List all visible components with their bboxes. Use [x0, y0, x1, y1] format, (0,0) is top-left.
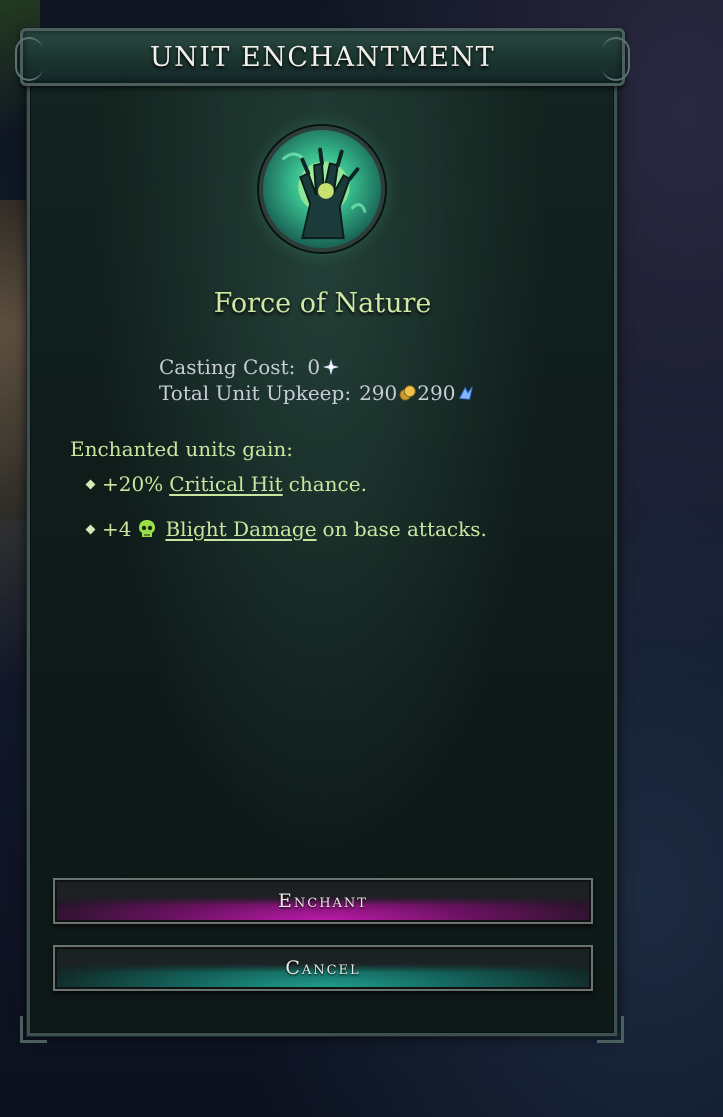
effect-critical-hit: +20% Critical Hit chance.	[85, 472, 367, 496]
force-of-nature-icon	[259, 126, 385, 252]
blight-skull-icon	[139, 520, 156, 537]
enchant-button-label: Enchant	[278, 890, 368, 912]
upkeep-gold-value: 290	[359, 381, 398, 405]
mana-icon	[322, 358, 340, 376]
cost-block: Casting Cost: 0 Total Unit Upkeep: 290 2…	[159, 354, 475, 406]
dialog-title: UNIT ENCHANTMENT	[149, 41, 496, 73]
casting-cost-row: Casting Cost: 0	[159, 354, 475, 380]
effect-prefix: +4	[102, 517, 132, 541]
blight-damage-link[interactable]: Blight Damage	[165, 517, 316, 541]
bullet-icon	[85, 479, 96, 489]
effect-suffix: chance.	[288, 472, 367, 496]
spell-name: Force of Nature	[213, 288, 432, 319]
effect-blight-damage: +4 Blight Damage on base attacks.	[85, 517, 487, 541]
upkeep-mana-value: 290	[417, 381, 456, 405]
dialog-title-bar: UNIT ENCHANTMENT	[15, 28, 630, 86]
effect-suffix: on base attacks.	[322, 517, 487, 541]
cancel-button[interactable]: Cancel	[53, 945, 593, 991]
background-scenery	[0, 200, 30, 520]
effects-heading: Enchanted units gain:	[70, 437, 293, 461]
enchant-button[interactable]: Enchant	[53, 878, 593, 924]
critical-hit-link[interactable]: Critical Hit	[169, 472, 282, 496]
title-ornament-right	[602, 37, 630, 81]
title-ornament-left	[15, 37, 43, 81]
cancel-button-label: Cancel	[285, 957, 361, 979]
casting-cost-value: 0	[307, 355, 321, 379]
casting-cost-label: Casting Cost:	[159, 355, 296, 379]
upkeep-row: Total Unit Upkeep: 290 290	[159, 380, 475, 406]
upkeep-label: Total Unit Upkeep:	[159, 381, 352, 405]
gold-icon	[399, 385, 416, 401]
mana-crystal-icon	[459, 386, 474, 400]
effect-prefix: +20%	[102, 472, 164, 496]
bullet-icon	[85, 524, 96, 534]
